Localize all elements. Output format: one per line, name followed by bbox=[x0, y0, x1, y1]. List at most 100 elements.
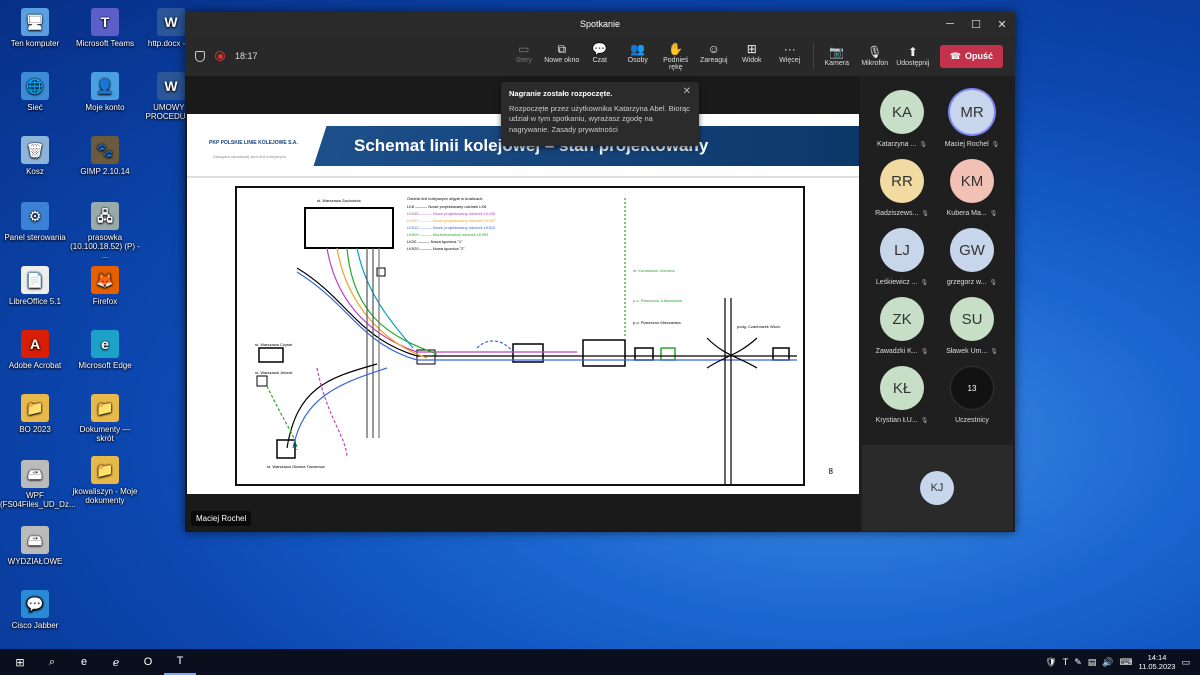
notifications-icon[interactable]: ▭ bbox=[1181, 657, 1190, 668]
participant-tile[interactable]: RR Radziszews... 🎙 bbox=[868, 159, 936, 223]
participant-tile[interactable]: KA Katarzyna ... 🎙 bbox=[868, 90, 936, 154]
volume-icon[interactable]: 🔊 bbox=[1102, 657, 1113, 668]
desktop-icon[interactable]: ⚙ Panel sterowania bbox=[0, 202, 70, 242]
recording-icon bbox=[215, 51, 225, 61]
language-icon[interactable]: ⌨ bbox=[1120, 657, 1133, 668]
participant-tile[interactable]: LJ Leśkiewicz ... 🎙 bbox=[868, 228, 936, 292]
desktop-icon-label: LibreOffice 5.1 bbox=[9, 297, 61, 306]
toolbar-button-label: Mikrofon bbox=[861, 60, 889, 67]
desktop-icon-label: Sieć bbox=[27, 103, 43, 112]
participant-name: Uczestnicy bbox=[955, 417, 989, 424]
participant-name-row: grzegorz w... 🎙 bbox=[938, 279, 1006, 286]
desktop-icon-label: Ten komputer bbox=[10, 39, 60, 48]
desktop-icon[interactable]: 🐾 GIMP 2.10.14 bbox=[70, 136, 140, 176]
share-tray-button[interactable]: ▭ Stery bbox=[505, 42, 543, 71]
desktop-icon[interactable]: 💬 Cisco Jabber bbox=[0, 590, 70, 630]
desktop-icon[interactable]: 📁 Dokumenty — skrót bbox=[70, 394, 140, 443]
defender-icon[interactable]: 🛡 bbox=[1045, 657, 1056, 668]
leave-button[interactable]: ☎ Opuść bbox=[939, 44, 1003, 68]
react-icon: ☺ bbox=[707, 41, 720, 56]
desktop-icon-label: GIMP 2.10.14 bbox=[80, 167, 130, 176]
mic-off-icon: 🎙 bbox=[920, 280, 929, 286]
ie-icon[interactable]: ℯ bbox=[100, 649, 132, 675]
clock-time: 14:14 bbox=[1147, 653, 1167, 662]
participant-tile[interactable]: GW grzegorz w... 🎙 bbox=[938, 228, 1006, 292]
acrobat-icon: A bbox=[21, 330, 49, 358]
svg-text:st. Warszawa Zachodnia: st. Warszawa Zachodnia bbox=[317, 198, 361, 203]
pkp-logo: PKP POLSKIE LINIE KOLEJOWE S.A. bbox=[209, 140, 298, 146]
people-button[interactable]: 👥 Osoby bbox=[619, 42, 657, 71]
desktop-icons: 🖥 Ten komputer T Microsoft Teams Whttp.docx … bbox=[0, 0, 200, 650]
raise-hand-button[interactable]: ✋ Podnieś rękę bbox=[657, 42, 695, 71]
participant-avatar: ZK bbox=[880, 297, 924, 341]
react-button[interactable]: ☺ Zareaguj bbox=[695, 42, 733, 71]
desktop-icon[interactable]: 🖴 WPF (FS04Files_UD_Dz... bbox=[0, 460, 76, 509]
outlook-icon[interactable]: O bbox=[132, 649, 164, 675]
desktop-icon[interactable]: 📁 jkowaliszyn - Moje dokumenty bbox=[70, 456, 140, 505]
desktop-icon[interactable]: 🖧 prasowka (10.100.18.52) (P) - ... bbox=[70, 202, 140, 260]
folder-icon: 📁 bbox=[21, 394, 49, 422]
share-button[interactable]: ⬆ Udostępnij bbox=[894, 45, 932, 67]
desktop-icon[interactable]: 📁 BO 2023 bbox=[0, 394, 70, 434]
participant-avatar: LJ bbox=[880, 228, 924, 272]
railway-schematic: Odcinki linii kolejowych objęte w Analiz… bbox=[255, 196, 797, 484]
participant-name-row: Krystian ŁU... 🎙 bbox=[868, 417, 936, 424]
desktop-icon[interactable]: 🌐 Sieć bbox=[0, 72, 70, 112]
mic-off-button[interactable]: 🎙 Mikrofon bbox=[856, 45, 894, 67]
participant-avatar: RR bbox=[880, 159, 924, 203]
more-button[interactable]: ··· Więcej bbox=[771, 42, 809, 71]
teams-icon[interactable]: T bbox=[164, 649, 196, 675]
chat-button[interactable]: 💬 Czat bbox=[581, 42, 619, 71]
view-button[interactable]: ⊞ Widok bbox=[733, 42, 771, 71]
teams-meeting-window: Spotkanie ─ ☐ ✕ 18:17 ▭ Stery ⧉ Nowe okno 💬 C… bbox=[185, 12, 1015, 532]
desktop-icon[interactable]: 🖥 Ten komputer bbox=[0, 8, 70, 48]
close-notification-icon[interactable]: ✕ bbox=[683, 86, 691, 98]
svg-text:LK937 ——— Nowe projektowany od: LK937 ——— Nowe projektowany odcinek LK93… bbox=[407, 218, 496, 223]
participant-name-row: Radziszews... 🎙 bbox=[868, 210, 936, 217]
desktop-icon[interactable]: 🦊 Firefox bbox=[70, 266, 140, 306]
share-icon: ⬆ bbox=[907, 45, 918, 59]
drive-icon: 🖴 bbox=[21, 526, 49, 554]
participant-name: Sławek Um... bbox=[946, 348, 988, 355]
edge-icon[interactable]: e bbox=[68, 649, 100, 675]
participant-avatar: KŁ bbox=[880, 366, 924, 410]
network-tray-icon[interactable]: ▤ bbox=[1088, 657, 1097, 668]
desktop-icon[interactable]: T Microsoft Teams bbox=[70, 8, 140, 48]
close-icon[interactable]: ✕ bbox=[989, 12, 1015, 36]
mic-off-icon: 🎙 bbox=[867, 45, 883, 59]
windows-start-icon[interactable]: ⊞ bbox=[4, 649, 36, 675]
pen-icon[interactable]: ✎ bbox=[1074, 657, 1082, 668]
more-participants-tile[interactable]: 13 Uczestnicy bbox=[938, 366, 1006, 430]
shield-icon[interactable] bbox=[195, 50, 205, 62]
desktop-icon[interactable]: 🖴 WYDZIAŁOWE bbox=[0, 526, 70, 566]
desktop-icon[interactable]: 👤 Moje konto bbox=[70, 72, 140, 112]
desktop-icon-label: Microsoft Edge bbox=[78, 361, 132, 370]
svg-text:st. Konstancin-Jeziorna: st. Konstancin-Jeziorna bbox=[633, 268, 675, 273]
svg-text:LK509 ——— Modernizowany odcine: LK509 ——— Modernizowany odcinek LK509 bbox=[407, 232, 489, 237]
people-icon: 👥 bbox=[630, 41, 646, 56]
participant-tile[interactable]: SU Sławek Um... 🎙 bbox=[938, 297, 1006, 361]
self-video-tile: KJ bbox=[862, 445, 1013, 531]
teams-tray-icon[interactable]: T bbox=[1063, 657, 1069, 667]
desktop-icon[interactable]: 🗑 Kosz bbox=[0, 136, 70, 176]
desktop-icon[interactable]: 📄 LibreOffice 5.1 bbox=[0, 266, 70, 306]
participant-tile[interactable]: KŁ Krystian ŁU... 🎙 bbox=[868, 366, 936, 430]
search-icon[interactable]: ⌕ bbox=[36, 649, 68, 675]
new-window-button[interactable]: ⧉ Nowe okno bbox=[543, 42, 581, 71]
clock[interactable]: 14:14 11.05.2023 bbox=[1139, 653, 1176, 671]
word-doc-icon: W bbox=[157, 72, 185, 100]
maximize-icon[interactable]: ☐ bbox=[963, 12, 989, 36]
participant-tile[interactable]: ZK Zawadzki K... 🎙 bbox=[868, 297, 936, 361]
window-titlebar[interactable]: Spotkanie ─ ☐ ✕ bbox=[185, 12, 1015, 36]
participant-name-row: Zawadzki K... 🎙 bbox=[868, 348, 936, 355]
desktop-icon[interactable]: e Microsoft Edge bbox=[70, 330, 140, 370]
svg-text:st. Warszawa Czyste: st. Warszawa Czyste bbox=[255, 342, 293, 347]
camera-off-button[interactable]: 📷 Kamera bbox=[818, 45, 856, 67]
participant-tile[interactable]: KM Kubera Ma... 🎙 bbox=[938, 159, 1006, 223]
self-avatar: KJ bbox=[920, 471, 954, 505]
control-panel-icon: ⚙ bbox=[21, 202, 49, 230]
participant-tile[interactable]: MR Maciej Rochel 🎙 bbox=[938, 90, 1006, 154]
minimize-icon[interactable]: ─ bbox=[937, 12, 963, 36]
desktop-icon[interactable]: A Adobe Acrobat bbox=[0, 330, 70, 370]
toolbar-button-label: Podnieś rękę bbox=[663, 56, 689, 71]
